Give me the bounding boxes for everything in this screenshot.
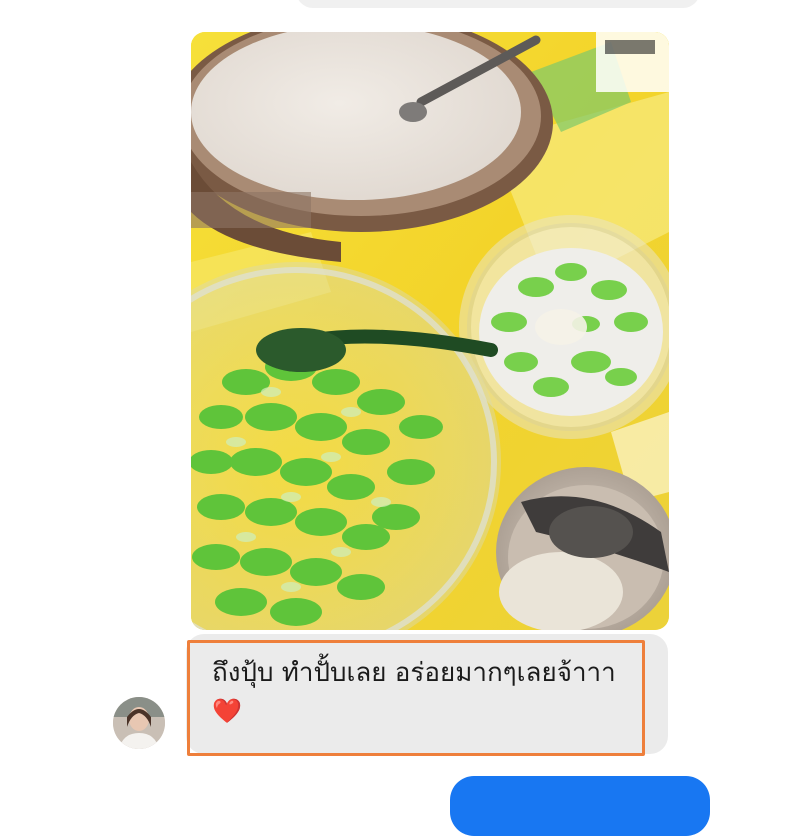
shared-photo[interactable] xyxy=(191,32,669,630)
previous-message-bubble xyxy=(296,0,700,8)
sent-message-bubble[interactable] xyxy=(450,776,710,836)
food-photo-icon xyxy=(191,32,669,630)
user-avatar-icon[interactable] xyxy=(113,697,165,749)
message-body: ถึงปุ้บ ทำปั้บเลย อร่อยมากๆเลยจ้าาา xyxy=(212,658,616,688)
message-text: ถึงปุ้บ ทำปั้บเลย อร่อยมากๆเลยจ้าาา ❤️ xyxy=(212,654,632,730)
heart-icon: ❤️ xyxy=(212,697,242,725)
